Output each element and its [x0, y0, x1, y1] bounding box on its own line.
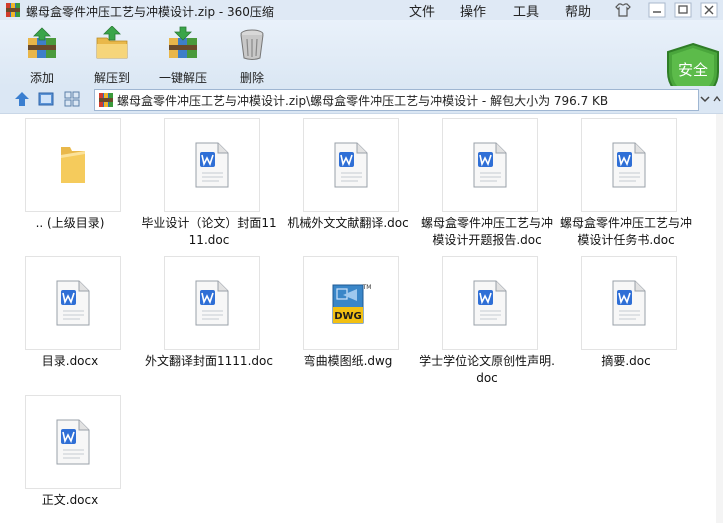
file-item-doc[interactable]: 摘要.doc: [556, 256, 696, 370]
menu-help[interactable]: 帮助: [565, 1, 591, 20]
file-name: 螺母盒零件冲压工艺与冲模设计开题报告.doc: [420, 216, 553, 247]
file-name: 摘要.doc: [601, 354, 651, 368]
svg-text:DWG: DWG: [334, 311, 362, 322]
scrollbar-track[interactable]: [716, 114, 723, 523]
svg-text:TM: TM: [362, 284, 372, 291]
file-item-doc[interactable]: 毕业设计（论文）封面1111.doc: [139, 118, 279, 249]
add-button-label: 添加: [29, 71, 54, 85]
menu-file[interactable]: 文件: [409, 1, 435, 20]
file-item-doc[interactable]: 目录.docx: [0, 256, 140, 370]
extract-to-button-label: 解压到: [93, 71, 130, 85]
file-item-doc[interactable]: 正文.docx: [0, 395, 140, 509]
file-item-dwg[interactable]: DWG TM 弯曲模图纸.dwg: [278, 256, 418, 370]
one-click-extract-button-label: 一键解压: [158, 71, 207, 85]
file-item-doc[interactable]: 机械外文文献翻译.doc: [278, 118, 418, 232]
close-icon[interactable]: [700, 2, 718, 18]
file-thumbnail: [581, 118, 677, 212]
scroll-up-icon[interactable]: [712, 93, 722, 105]
file-name: 学士学位论文原创性声明.doc: [419, 354, 555, 385]
add-archive-icon: [28, 27, 56, 58]
archive-icon: [99, 93, 113, 107]
grid-view-icon[interactable]: [64, 91, 80, 107]
file-thumbnail: [442, 118, 538, 212]
wps-word-doc-icon: [195, 280, 229, 326]
extract-to-button[interactable]: 解压到: [86, 24, 138, 85]
wps-word-doc-icon: [473, 142, 507, 188]
shirt-skin-icon[interactable]: [614, 2, 632, 18]
wps-word-doc-icon: [56, 419, 90, 465]
file-item-doc[interactable]: 螺母盒零件冲压工艺与冲模设计开题报告.doc: [417, 118, 557, 249]
file-name: 目录.docx: [41, 354, 99, 368]
large-icon-view-icon[interactable]: [38, 91, 54, 107]
file-thumbnail: [25, 118, 121, 212]
file-name: 毕业设计（论文）封面1111.doc: [141, 216, 277, 247]
wps-word-doc-icon: [473, 280, 507, 326]
file-name: 螺母盒零件冲压工艺与冲模设计任务书.doc: [559, 216, 692, 247]
file-name: .. (上级目录): [35, 216, 105, 230]
file-item-doc[interactable]: 外文翻译封面1111.doc: [139, 256, 279, 370]
wps-word-doc-icon: [56, 280, 90, 326]
file-thumbnail: [164, 256, 260, 350]
file-name: 机械外文文献翻译.doc: [287, 216, 409, 230]
file-name: 外文翻译封面1111.doc: [145, 354, 273, 368]
file-item-doc[interactable]: 学士学位论文原创性声明.doc: [417, 256, 557, 387]
maximize-icon[interactable]: [674, 2, 692, 18]
file-name: 正文.docx: [41, 493, 99, 507]
file-thumbnail: [25, 395, 121, 489]
add-button[interactable]: 添加: [16, 24, 68, 85]
one-click-extract-icon: [169, 26, 197, 58]
toolbar: 添加 解压到 一键解压 删除 安全: [0, 20, 723, 104]
file-name: 弯曲模图纸.dwg: [303, 354, 393, 368]
extract-to-folder-icon: [96, 26, 128, 59]
title-bar: 螺母盒零件冲压工艺与冲模设计.zip - 360压缩 文件 操作 工具 帮助: [0, 0, 723, 20]
minimize-icon[interactable]: [648, 2, 666, 18]
wps-word-doc-icon: [334, 142, 368, 188]
wps-word-doc-icon: [195, 142, 229, 188]
delete-button[interactable]: 删除: [228, 24, 276, 85]
address-path: 螺母盒零件冲压工艺与冲模设计.zip\螺母盒零件冲压工艺与冲模设计 - 解包大小…: [117, 94, 609, 108]
one-click-extract-button[interactable]: 一键解压: [154, 24, 212, 85]
file-item-doc[interactable]: 螺母盒零件冲压工艺与冲模设计任务书.doc: [556, 118, 696, 249]
trash-bin-icon: [240, 29, 264, 60]
address-row: 螺母盒零件冲压工艺与冲模设计.zip\螺母盒零件冲压工艺与冲模设计 - 解包大小…: [0, 86, 723, 114]
menu-operate[interactable]: 操作: [460, 1, 486, 20]
app-icon: [6, 3, 20, 17]
chevron-down-icon[interactable]: [699, 93, 711, 105]
window-title: 螺母盒零件冲压工艺与冲模设计.zip - 360压缩: [26, 5, 274, 19]
file-thumbnail: DWG TM: [303, 256, 399, 350]
file-thumbnail: [303, 118, 399, 212]
menu-tools[interactable]: 工具: [513, 1, 539, 20]
wps-word-doc-icon: [612, 280, 646, 326]
file-thumbnail: [581, 256, 677, 350]
address-bar[interactable]: 螺母盒零件冲压工艺与冲模设计.zip\螺母盒零件冲压工艺与冲模设计 - 解包大小…: [94, 89, 699, 111]
file-item-parent-directory[interactable]: .. (上级目录): [0, 118, 140, 232]
up-arrow-icon[interactable]: [14, 91, 30, 107]
security-badge-label: 安全: [678, 61, 708, 79]
wps-word-doc-icon: [612, 142, 646, 188]
dwg-drawing-icon: DWG TM: [332, 284, 372, 324]
folder-icon: [61, 147, 85, 183]
file-thumbnail: [25, 256, 121, 350]
file-thumbnail: [442, 256, 538, 350]
file-list: .. (上级目录) 毕业设计（论文）封面1111.doc 机械外文文献翻译.do…: [0, 114, 723, 523]
delete-button-label: 删除: [239, 71, 264, 85]
file-thumbnail: [164, 118, 260, 212]
